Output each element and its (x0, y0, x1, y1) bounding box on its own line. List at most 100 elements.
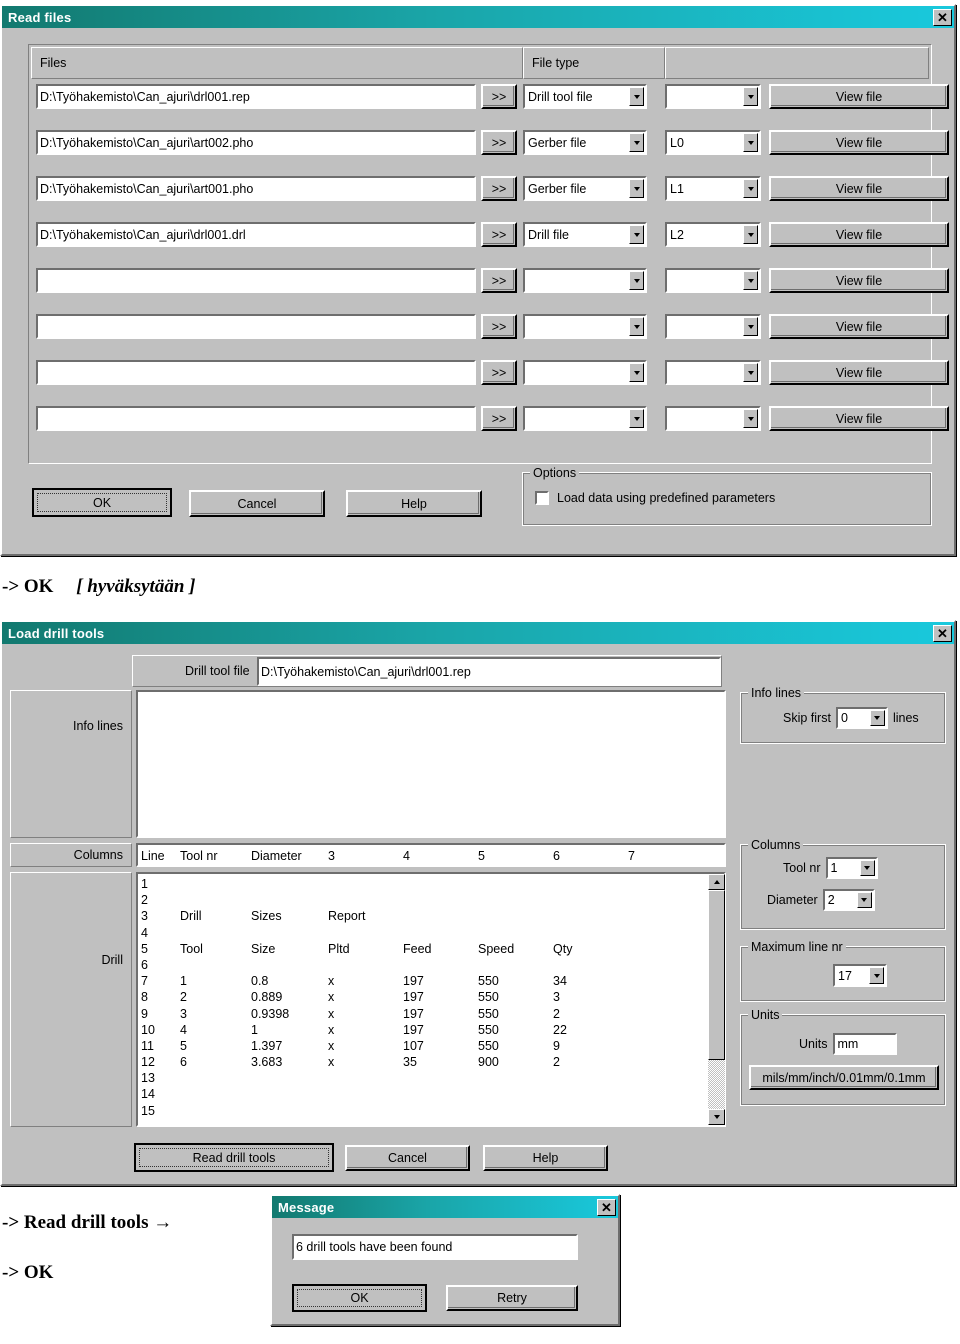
file-type-select[interactable]: Gerber file (523, 130, 647, 155)
view-file-button[interactable]: View file (769, 84, 949, 109)
browse-button[interactable]: >> (481, 130, 517, 155)
chevron-down-icon[interactable] (629, 133, 644, 152)
file-type-select[interactable]: Drill file (523, 222, 647, 247)
predefined-params-checkbox[interactable] (535, 491, 549, 505)
file-path-input[interactable] (36, 314, 476, 339)
chevron-down-icon[interactable] (743, 317, 758, 336)
diameter-value: 2 (827, 893, 835, 907)
view-file-button[interactable]: View file (769, 268, 949, 293)
chevron-down-icon[interactable] (859, 860, 875, 876)
help-button[interactable]: Help (483, 1145, 608, 1171)
maximum-line-nr-select[interactable]: 17 (833, 964, 887, 987)
file-path-input[interactable]: D:\Työhakemisto\Can_ajuri\drl001.rep (36, 84, 476, 109)
browse-button[interactable]: >> (481, 268, 517, 293)
view-file-button[interactable]: View file (769, 406, 949, 431)
ok-button[interactable]: OK (32, 488, 172, 517)
side-info-lines-label: Info lines (72, 719, 123, 733)
browse-button[interactable]: >> (481, 360, 517, 385)
chevron-down-icon[interactable] (743, 225, 758, 244)
help-button[interactable]: Help (346, 490, 482, 517)
read-drill-tools-button[interactable]: Read drill tools (134, 1143, 334, 1172)
layer-select[interactable] (665, 360, 761, 385)
browse-button[interactable]: >> (481, 176, 517, 201)
diameter-select[interactable]: 2 (822, 889, 875, 911)
file-type-select[interactable] (523, 314, 647, 339)
view-file-label: View file (835, 89, 883, 104)
view-file-button[interactable]: View file (769, 222, 949, 247)
ok-button[interactable]: OK (292, 1284, 427, 1312)
file-row: D:\Työhakemisto\Can_ajuri\art001.pho >> … (31, 174, 949, 203)
cancel-button[interactable]: Cancel (345, 1145, 470, 1171)
chevron-down-icon[interactable] (869, 710, 885, 726)
file-row: D:\Työhakemisto\Can_ajuri\drl001.rep >> … (31, 82, 949, 111)
file-path-input[interactable] (36, 268, 476, 293)
file-path-input[interactable] (36, 360, 476, 385)
side-drill-panel: Drill (10, 872, 132, 1127)
units-cycle-button[interactable]: mils/mm/inch/0.01mm/0.1mm (749, 1065, 939, 1090)
layer-select[interactable] (665, 406, 761, 431)
tool-nr-select[interactable]: 1 (825, 857, 878, 879)
layer-select[interactable] (665, 268, 761, 293)
browse-button[interactable]: >> (481, 84, 517, 109)
file-path-input[interactable] (36, 406, 476, 431)
file-path-input[interactable]: D:\Työhakemisto\Can_ajuri\drl001.drl (36, 222, 476, 247)
side-drill-label: Drill (101, 953, 123, 967)
chevron-down-icon[interactable] (629, 225, 644, 244)
layer-select[interactable] (665, 84, 761, 109)
browse-button[interactable]: >> (481, 406, 517, 431)
units-input[interactable]: mm (833, 1033, 898, 1055)
view-file-button[interactable]: View file (769, 360, 949, 385)
drill-cell: Pltd (328, 941, 350, 956)
drill-listing-row: 9 3 0.9398 x 197 550 2 (138, 1006, 724, 1022)
lines-label: lines (892, 711, 919, 725)
chevron-down-icon[interactable] (743, 87, 758, 106)
file-type-select[interactable] (523, 360, 647, 385)
drill-cell: 0.9398 (251, 1006, 290, 1021)
chevron-down-icon[interactable] (743, 271, 758, 290)
file-type-select[interactable] (523, 268, 647, 293)
close-icon[interactable]: ✕ (933, 8, 952, 26)
chevron-down-icon[interactable] (629, 317, 644, 336)
chevron-down-icon[interactable] (629, 409, 644, 428)
file-type-select[interactable] (523, 406, 647, 431)
chevron-down-icon[interactable] (629, 179, 644, 198)
cancel-button[interactable]: Cancel (189, 490, 325, 517)
file-path-input[interactable]: D:\Työhakemisto\Can_ajuri\art001.pho (36, 176, 476, 201)
chevron-down-icon[interactable] (629, 363, 644, 382)
skip-first-select[interactable]: 0 (835, 707, 888, 729)
file-type-select[interactable]: Drill tool file (523, 84, 647, 109)
drill-listing-row: 10 4 1 x 197 550 22 (138, 1022, 724, 1038)
chevron-down-icon[interactable] (856, 892, 872, 908)
chevron-down-icon[interactable] (743, 179, 758, 198)
scroll-up-icon[interactable] (708, 874, 725, 890)
info-lines-textarea[interactable] (136, 690, 726, 838)
scrollbar-thumb[interactable] (708, 890, 725, 1060)
chevron-down-icon[interactable] (629, 87, 644, 106)
chevron-down-icon[interactable] (629, 271, 644, 290)
file-type-select[interactable]: Gerber file (523, 176, 647, 201)
scroll-down-icon[interactable] (708, 1109, 725, 1125)
scrollbar-track[interactable] (708, 1060, 725, 1109)
chevron-down-icon[interactable] (743, 409, 758, 428)
file-path-input[interactable]: D:\Työhakemisto\Can_ajuri\art002.pho (36, 130, 476, 155)
drill-listing[interactable]: 1 2 3 Drill Sizes Report 4 5 Tool Size Pltd Feed Spe… (136, 872, 726, 1127)
browse-button[interactable]: >> (481, 222, 517, 247)
layer-select[interactable]: L1 (665, 176, 761, 201)
drill-cell: 900 (478, 1055, 499, 1070)
retry-button[interactable]: Retry (446, 1285, 578, 1311)
chevron-down-icon[interactable] (743, 133, 758, 152)
browse-label: >> (491, 227, 507, 242)
view-file-button[interactable]: View file (769, 130, 949, 155)
layer-select[interactable]: L2 (665, 222, 761, 247)
view-file-button[interactable]: View file (769, 314, 949, 339)
chevron-down-icon[interactable] (869, 967, 884, 984)
browse-label: >> (491, 319, 507, 334)
layer-select[interactable]: L0 (665, 130, 761, 155)
close-icon[interactable]: ✕ (933, 624, 952, 642)
drill-listing-scrollbar[interactable] (708, 874, 725, 1125)
browse-button[interactable]: >> (481, 314, 517, 339)
layer-select[interactable] (665, 314, 761, 339)
chevron-down-icon[interactable] (743, 363, 758, 382)
view-file-button[interactable]: View file (769, 176, 949, 201)
close-icon[interactable]: ✕ (597, 1198, 616, 1216)
